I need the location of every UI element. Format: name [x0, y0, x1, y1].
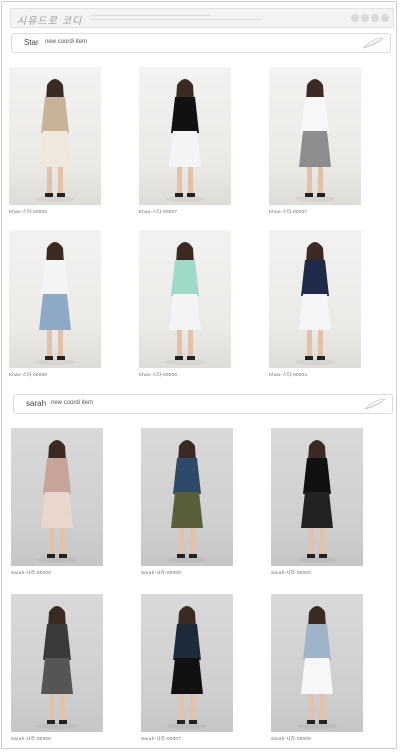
top-header-bar: 시유드로 코디 — [10, 8, 394, 28]
model-figure — [167, 606, 207, 729]
product-code[interactable]: Khao-스타-00000 — [9, 209, 101, 215]
section-subtitle: new coordi item — [45, 39, 88, 45]
model-figure — [165, 242, 205, 365]
model-figure — [35, 79, 75, 202]
feather-icon — [364, 398, 386, 410]
product-photo[interactable] — [271, 594, 363, 732]
section-title: sarah — [26, 399, 47, 408]
product-photo[interactable] — [9, 67, 101, 205]
product-card[interactable]: Khao-스타-00000 — [9, 230, 101, 378]
model-figure — [165, 79, 205, 202]
product-photo[interactable] — [9, 230, 101, 368]
model-figure — [297, 440, 337, 563]
product-card[interactable]: Khao-스타-00007 — [269, 67, 361, 215]
model-figure — [167, 440, 207, 563]
product-card[interactable]: Sarah-사라-00000 — [11, 594, 103, 742]
model-figure — [295, 79, 335, 202]
product-photo[interactable] — [141, 594, 233, 732]
product-code[interactable]: Sarah-사라-00000 — [271, 570, 363, 576]
product-card[interactable]: Khao-스타-00007 — [139, 67, 231, 215]
product-card[interactable]: Khao-스타-00004 — [269, 230, 361, 378]
product-photo[interactable] — [269, 230, 361, 368]
model-figure — [37, 606, 77, 729]
product-code[interactable]: Khao-스타-00007 — [269, 209, 361, 215]
model-figure — [35, 242, 75, 365]
model-figure — [295, 242, 335, 365]
header-text-line — [91, 19, 261, 20]
social-icon[interactable] — [381, 14, 389, 22]
model-figure — [37, 440, 77, 563]
product-code[interactable]: Khao-스타-00007 — [139, 209, 231, 215]
product-code[interactable]: Khao-스타-00004 — [269, 372, 361, 378]
product-card[interactable]: Khao-스타-00000 — [9, 67, 101, 215]
product-card[interactable]: Sarah-사라-00000 — [11, 428, 103, 576]
section-header-1: sarah new coordi item — [13, 394, 393, 414]
section-subtitle: new coordi item — [51, 400, 94, 406]
product-card[interactable]: Sarah-사라-00000 — [141, 428, 233, 576]
header-text-line — [91, 15, 211, 16]
model-figure — [297, 606, 337, 729]
feather-icon — [362, 37, 384, 49]
product-card[interactable]: Khao-스타-00000 — [139, 230, 231, 378]
product-code[interactable]: Sarah-사라-00000 — [271, 736, 363, 742]
social-icon[interactable] — [371, 14, 379, 22]
product-code[interactable]: Sarah-사라-00000 — [11, 736, 103, 742]
product-photo[interactable] — [271, 428, 363, 566]
product-card[interactable]: Sarah-사라-00007 — [141, 594, 233, 742]
social-icon[interactable] — [361, 14, 369, 22]
product-photo[interactable] — [139, 67, 231, 205]
product-photo[interactable] — [139, 230, 231, 368]
section-header-0: Star new coordi item — [11, 33, 391, 53]
section-title: Star — [24, 38, 39, 47]
product-card[interactable]: Sarah-사라-00000 — [271, 594, 363, 742]
product-code[interactable]: Khao-스타-00000 — [139, 372, 231, 378]
product-photo[interactable] — [11, 428, 103, 566]
social-icon[interactable] — [351, 14, 359, 22]
product-code[interactable]: Khao-스타-00000 — [9, 372, 101, 378]
product-card[interactable]: Sarah-사라-00000 — [271, 428, 363, 576]
product-code[interactable]: Sarah-사라-00000 — [11, 570, 103, 576]
product-photo[interactable] — [141, 428, 233, 566]
product-photo[interactable] — [11, 594, 103, 732]
product-code[interactable]: Sarah-사라-00007 — [141, 736, 233, 742]
product-photo[interactable] — [269, 67, 361, 205]
product-code[interactable]: Sarah-사라-00000 — [141, 570, 233, 576]
site-logo[interactable]: 시유드로 코디 — [17, 12, 82, 27]
